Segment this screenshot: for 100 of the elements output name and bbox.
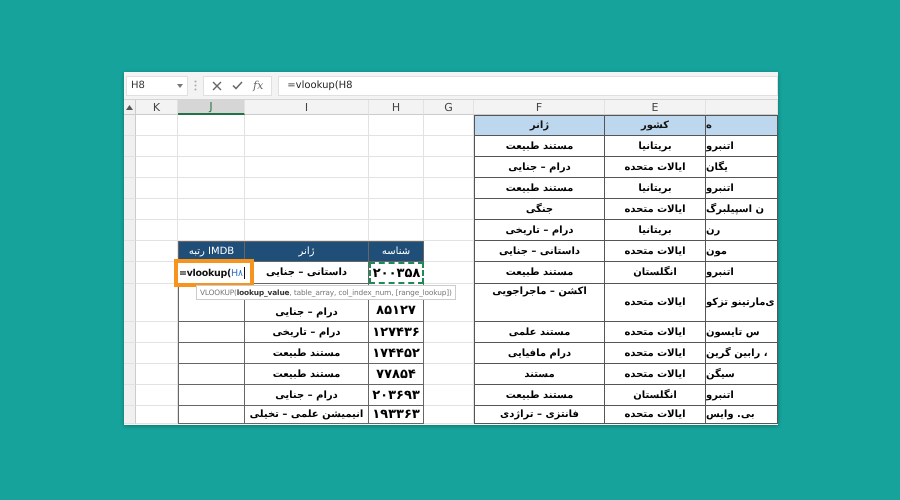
empty-cell	[178, 343, 245, 364]
empty-cell	[178, 178, 245, 199]
table-cell: درام – جنایی	[245, 385, 369, 406]
cancel-button[interactable]	[212, 80, 222, 90]
column-header[interactable]: E	[605, 100, 706, 115]
table-cell: ۷۷۸۵۴	[369, 364, 424, 385]
empty-cell	[369, 178, 424, 199]
row-header[interactable]	[124, 322, 136, 343]
empty-cell	[424, 220, 474, 241]
empty-cell	[424, 322, 474, 343]
column-header[interactable]: F	[474, 100, 605, 115]
table-cell: ایالات متحده	[605, 284, 706, 322]
empty-cell	[178, 199, 245, 220]
empty-cell	[424, 406, 474, 424]
empty-cell	[369, 157, 424, 178]
row-header[interactable]	[124, 262, 136, 284]
table-cell: بریتانیا	[605, 220, 706, 241]
table-cell: ۱۹۳۳۶۳	[369, 406, 424, 424]
column-header[interactable]	[706, 100, 778, 115]
table-header-cell: ژانر	[474, 115, 605, 136]
table-cell: درام – تاریخی	[245, 322, 369, 343]
table-cell: بی. وایس	[706, 406, 778, 424]
table-cell: مستند علمی	[474, 322, 605, 343]
row-header[interactable]	[124, 199, 136, 220]
table-cell: بریتانیا	[605, 178, 706, 199]
empty-cell	[424, 343, 474, 364]
table-cell: مستند طبیعت	[474, 178, 605, 199]
row-header[interactable]	[124, 220, 136, 241]
table-cell: مستند	[474, 364, 605, 385]
name-box[interactable]: H8	[126, 76, 188, 96]
table-cell: اکشن – ماجراجویی	[474, 284, 605, 322]
enter-button[interactable]	[232, 81, 243, 90]
empty-cell	[424, 157, 474, 178]
column-header[interactable]: G	[424, 100, 474, 115]
table-cell: سیگن	[706, 364, 778, 385]
table-cell: ۱۷۴۴۵۲	[369, 343, 424, 364]
row-header[interactable]	[124, 364, 136, 385]
table-cell: مستند طبیعت	[474, 262, 605, 284]
table-cell: ایالات متحده	[605, 406, 706, 424]
row-header[interactable]	[124, 343, 136, 364]
table-cell: فانتزی – تراژدی	[474, 406, 605, 424]
empty-cell	[178, 157, 245, 178]
empty-cell	[178, 136, 245, 157]
scroll-up-icon[interactable]	[126, 104, 133, 110]
table-header-cell: ه	[706, 115, 778, 136]
row-header[interactable]	[124, 136, 136, 157]
insert-function-button[interactable]: fx	[253, 79, 264, 92]
table-cell: داستانی – جنایی	[474, 241, 605, 262]
row-header[interactable]	[124, 157, 136, 178]
table-cell: مستند طبیعت	[474, 385, 605, 406]
table-cell: ایالات متحده	[605, 364, 706, 385]
row-header[interactable]	[124, 115, 136, 136]
table-cell: مون	[706, 241, 778, 262]
empty-cell	[178, 406, 245, 424]
table-cell: انگلستان	[605, 385, 706, 406]
row-header[interactable]	[124, 284, 136, 322]
table-cell: درام – جنایی	[474, 157, 605, 178]
empty-cell	[178, 322, 245, 343]
table-cell: ایالات متحده	[605, 199, 706, 220]
row-header[interactable]	[124, 241, 136, 262]
table-cell: ایالات متحده	[605, 157, 706, 178]
table-cell: انیمیشن علمی – تخیلی	[245, 406, 369, 424]
table-cell: ن اسپیلبرگ	[706, 199, 778, 220]
column-header[interactable]: H	[369, 100, 424, 115]
row-header[interactable]	[124, 385, 136, 406]
table-cell: ایالات متحده	[605, 322, 706, 343]
empty-cell	[178, 115, 245, 136]
table-cell: درام مافیایی	[474, 343, 605, 364]
caret-icon	[177, 84, 183, 88]
empty-cell	[369, 136, 424, 157]
empty-cell	[424, 136, 474, 157]
table-cell: ۲۰۳۶۹۳	[369, 385, 424, 406]
column-header[interactable]: J	[178, 100, 245, 115]
row-header[interactable]	[124, 178, 136, 199]
table-cell: بریتانیا	[605, 136, 706, 157]
table-cell: درام – تاریخی	[474, 220, 605, 241]
column-header[interactable]: I	[245, 100, 369, 115]
empty-cell	[424, 385, 474, 406]
table-cell: انگلستان	[605, 262, 706, 284]
table-cell: س تایسون	[706, 322, 778, 343]
empty-cell	[369, 115, 424, 136]
table-cell: مستند طبیعت	[245, 364, 369, 385]
table-cell: مستند طبیعت	[474, 136, 605, 157]
empty-cell	[178, 364, 245, 385]
empty-cell	[178, 385, 245, 406]
table-cell: ایالات متحده	[605, 343, 706, 364]
table-cell: ، رابین گرین	[706, 343, 778, 364]
column-header[interactable]: K	[136, 100, 178, 115]
table-cell: یگان	[706, 157, 778, 178]
empty-cell	[369, 199, 424, 220]
table-header-cell: شناسه	[369, 241, 424, 262]
empty-cell	[424, 262, 474, 284]
table-cell: ایالات متحده	[605, 241, 706, 262]
empty-cell	[424, 178, 474, 199]
grip-icon	[194, 80, 197, 91]
empty-cell	[424, 364, 474, 385]
empty-cell	[424, 199, 474, 220]
formula-field[interactable]: =vlookup(H8	[278, 76, 778, 96]
row-header[interactable]	[124, 406, 136, 424]
table-header-cell: ژانر	[245, 241, 369, 262]
